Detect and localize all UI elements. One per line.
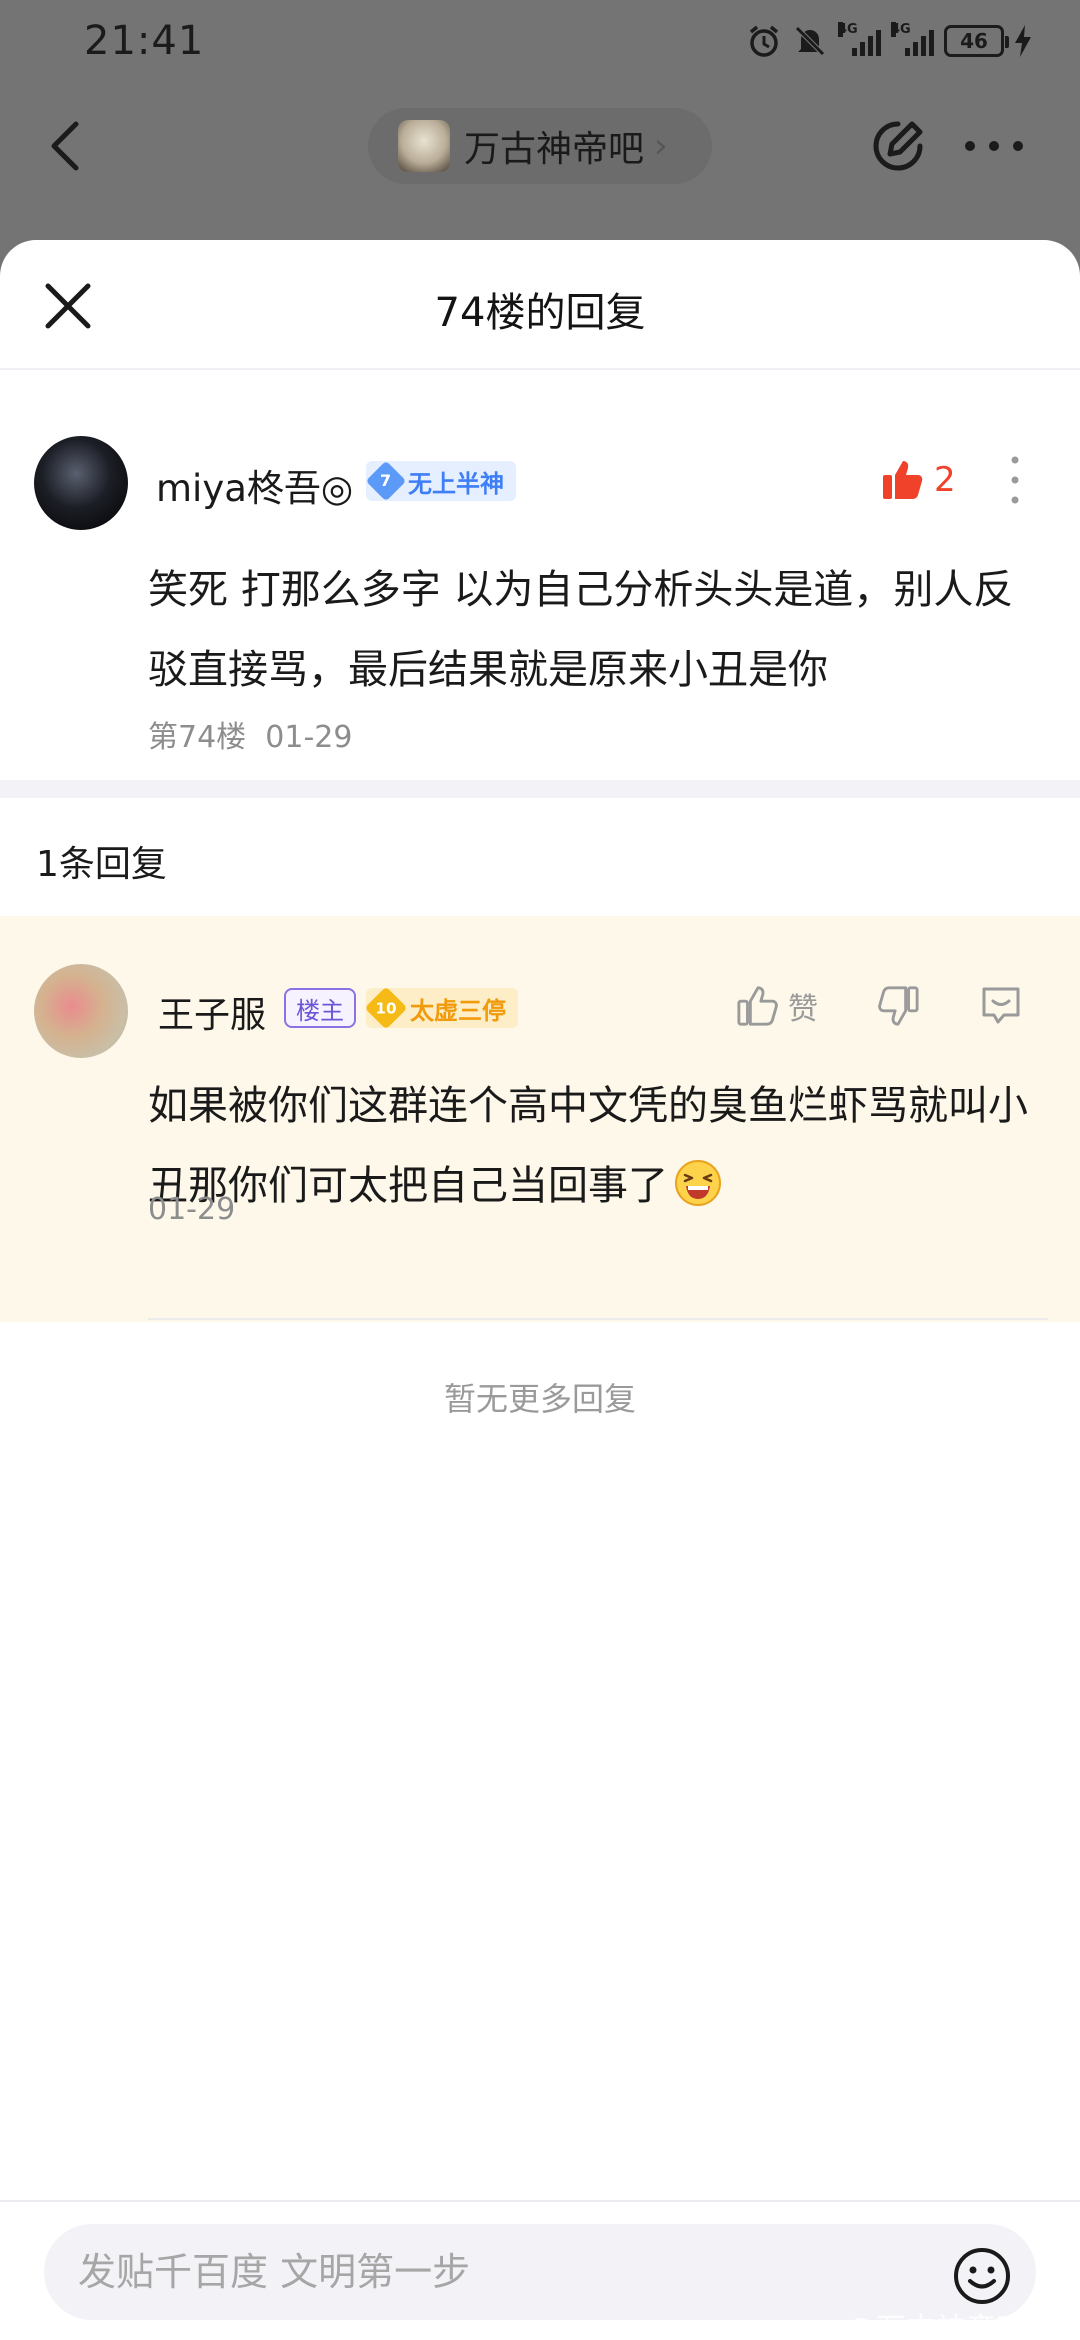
- sheet-header: 74楼的回复: [0, 240, 1080, 370]
- floor-number: 第74楼: [148, 720, 247, 755]
- signal-icon: 4G: [838, 22, 881, 56]
- level-title: 太虚三停: [410, 996, 506, 1025]
- comment-icon[interactable]: [978, 983, 1024, 1029]
- status-icons: 4G 4G 46: [746, 18, 1032, 64]
- back-icon[interactable]: [38, 116, 98, 176]
- battery-icon: 46: [944, 25, 1009, 57]
- top-nav: 万古神帝吧 ›: [0, 96, 1080, 196]
- thumbs-up-filled-icon: [883, 461, 923, 499]
- host-tag: 楼主: [284, 988, 356, 1028]
- status-time: 21:41: [84, 18, 205, 64]
- mute-bell-icon: [795, 26, 825, 56]
- forum-pill[interactable]: 万古神帝吧 ›: [368, 108, 712, 184]
- reply-actions: 赞: [736, 978, 1024, 1034]
- reply-content: 如果被你们这群连个高中文凭的臭鱼烂虾骂就叫小丑那你们可太把自己当回事了: [148, 1066, 1048, 1226]
- reply-card[interactable]: 王子服 楼主 10 太虚三停 赞 如果被你们这群连个高中文凭的臭鱼烂虾骂就叫小丑…: [0, 916, 1080, 1322]
- level-number: 10: [364, 986, 408, 1030]
- watermark: @万古神帝吧: [846, 2312, 1026, 2340]
- alarm-icon: [749, 25, 779, 57]
- charging-icon: [1015, 25, 1031, 57]
- no-more-replies: 暂无更多回复: [443, 1380, 636, 1418]
- section-divider: [0, 780, 1080, 798]
- post-date: 01-29: [265, 720, 353, 755]
- status-bar: 21:41 4G 4G 46: [0, 0, 1080, 80]
- avatar[interactable]: [34, 964, 128, 1058]
- post-meta: 第74楼 01-29: [148, 712, 352, 756]
- post-content: 笑死 打那么多字 以为自己分析头头是道，别人反驳直接骂，最后结果就是原来小丑是你: [148, 567, 1014, 693]
- like-label: 赞: [788, 992, 818, 1027]
- level-number: 7: [365, 460, 407, 502]
- reply-date: 01-29: [148, 1192, 236, 1227]
- laughing-emoji-icon: [675, 1160, 721, 1206]
- like-count: 2: [934, 460, 956, 500]
- level-title: 无上半神: [408, 469, 504, 498]
- reply-sheet: 74楼的回复 miya柊吾◎ 7 无上半神 2 笑死 打那么多字 以为自己分析头…: [0, 240, 1080, 2340]
- level-badge[interactable]: 7 无上半神: [365, 460, 516, 502]
- sheet-title: 74楼的回复: [434, 290, 646, 336]
- forum-name: 万古神帝吧: [464, 129, 645, 170]
- level-badge[interactable]: 10 太虚三停: [364, 986, 518, 1030]
- thumbs-down-icon[interactable]: [876, 984, 920, 1028]
- chevron-right-icon: ›: [654, 126, 668, 166]
- reply-text: 如果被你们这群连个高中文凭的臭鱼烂虾骂就叫小丑那你们可太把自己当回事了: [148, 1083, 1028, 1209]
- edit-share-icon[interactable]: [868, 116, 928, 176]
- username[interactable]: miya柊吾◎: [156, 458, 353, 512]
- like-button[interactable]: 赞: [736, 984, 818, 1028]
- emoji-icon[interactable]: [952, 2246, 1012, 2306]
- more-vertical-icon[interactable]: [1000, 450, 1030, 510]
- signal-icon-2: 4G: [891, 22, 934, 56]
- thumbs-up-icon: [737, 986, 778, 1026]
- like-button[interactable]: 2: [880, 452, 956, 508]
- reply-divider: [148, 1318, 1048, 1320]
- forum-avatar: [398, 120, 450, 172]
- more-horizontal-icon[interactable]: [962, 126, 1026, 166]
- username[interactable]: 王子服: [158, 986, 266, 1038]
- avatar[interactable]: [34, 436, 128, 530]
- replies-count: 1条回复: [36, 844, 167, 885]
